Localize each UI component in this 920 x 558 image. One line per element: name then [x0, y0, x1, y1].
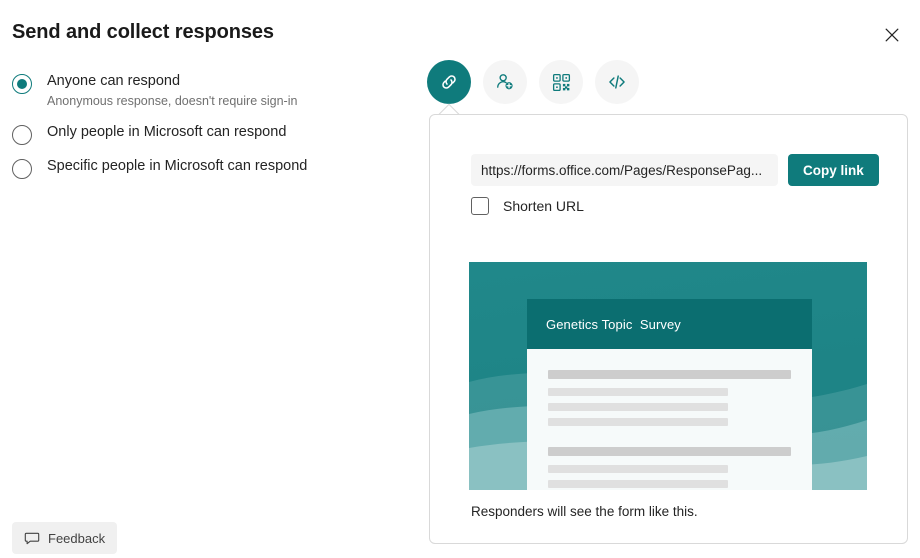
skeleton-heading-bar: [548, 370, 791, 379]
option-description: Anonymous response, doesn't require sign…: [47, 94, 298, 109]
shorten-url-row[interactable]: Shorten URL: [471, 197, 584, 215]
shorten-url-checkbox[interactable]: [471, 197, 489, 215]
form-preview-image: Genetics Topic Survey: [469, 262, 867, 490]
radio-specific-people-in-org[interactable]: [12, 159, 32, 180]
link-row: Copy link: [471, 154, 879, 186]
skeleton-line-bar: [548, 418, 728, 426]
tab-qr-code[interactable]: [539, 60, 583, 104]
option-anyone-text: Anyone can respond Anonymous response, d…: [47, 72, 297, 109]
link-icon: [438, 71, 460, 93]
close-button[interactable]: [876, 20, 908, 52]
share-link-input[interactable]: [471, 154, 778, 186]
qr-code-icon: [551, 72, 572, 93]
tab-link[interactable]: [427, 60, 471, 104]
tab-invite-people[interactable]: [483, 60, 527, 104]
embed-code-icon: [606, 71, 628, 93]
radio-anyone-can-respond[interactable]: [12, 74, 32, 94]
share-method-tabs: [427, 60, 639, 104]
option-label: Anyone can respond: [47, 73, 181, 89]
share-link-panel: Copy link Shorten URL Genetics Topic Sur…: [429, 114, 908, 544]
feedback-button[interactable]: Feedback: [12, 522, 118, 554]
option-anyone-can-respond[interactable]: Anyone can respond Anonymous response, d…: [12, 72, 412, 109]
person-add-icon: [494, 71, 516, 93]
comment-icon: [24, 530, 40, 546]
preview-caption: Responders will see the form like this.: [471, 504, 698, 519]
option-label: Specific people in Microsoft can respond: [47, 158, 308, 175]
form-preview-skeleton: [527, 349, 812, 490]
form-preview-title: Genetics Topic Survey: [546, 316, 681, 332]
option-label: Only people in Microsoft can respond: [47, 124, 287, 141]
form-preview-card-header: Genetics Topic Survey: [527, 299, 812, 349]
skeleton-line-bar: [548, 388, 728, 396]
audience-options-group: Anyone can respond Anonymous response, d…: [12, 72, 412, 189]
option-only-people-in-org[interactable]: Only people in Microsoft can respond: [12, 123, 412, 146]
form-preview-card: Genetics Topic Survey: [527, 299, 812, 490]
skeleton-line-bar: [548, 465, 728, 473]
close-icon: [885, 28, 899, 45]
page-title: Send and collect responses: [12, 21, 274, 43]
skeleton-line-bar: [548, 480, 728, 488]
option-specific-people-text: Specific people in Microsoft can respond: [47, 157, 307, 175]
copy-link-button[interactable]: Copy link: [788, 154, 879, 186]
skeleton-heading-bar: [548, 447, 791, 456]
skeleton-line-bar: [548, 403, 728, 411]
radio-only-people-in-org[interactable]: [12, 125, 32, 146]
skeleton-group: [548, 370, 791, 426]
option-only-people-text: Only people in Microsoft can respond: [47, 123, 286, 141]
option-specific-people-in-org[interactable]: Specific people in Microsoft can respond: [12, 157, 412, 180]
tab-embed[interactable]: [595, 60, 639, 104]
skeleton-group: [548, 447, 791, 490]
feedback-label: Feedback: [48, 530, 106, 546]
shorten-url-label: Shorten URL: [503, 198, 584, 214]
